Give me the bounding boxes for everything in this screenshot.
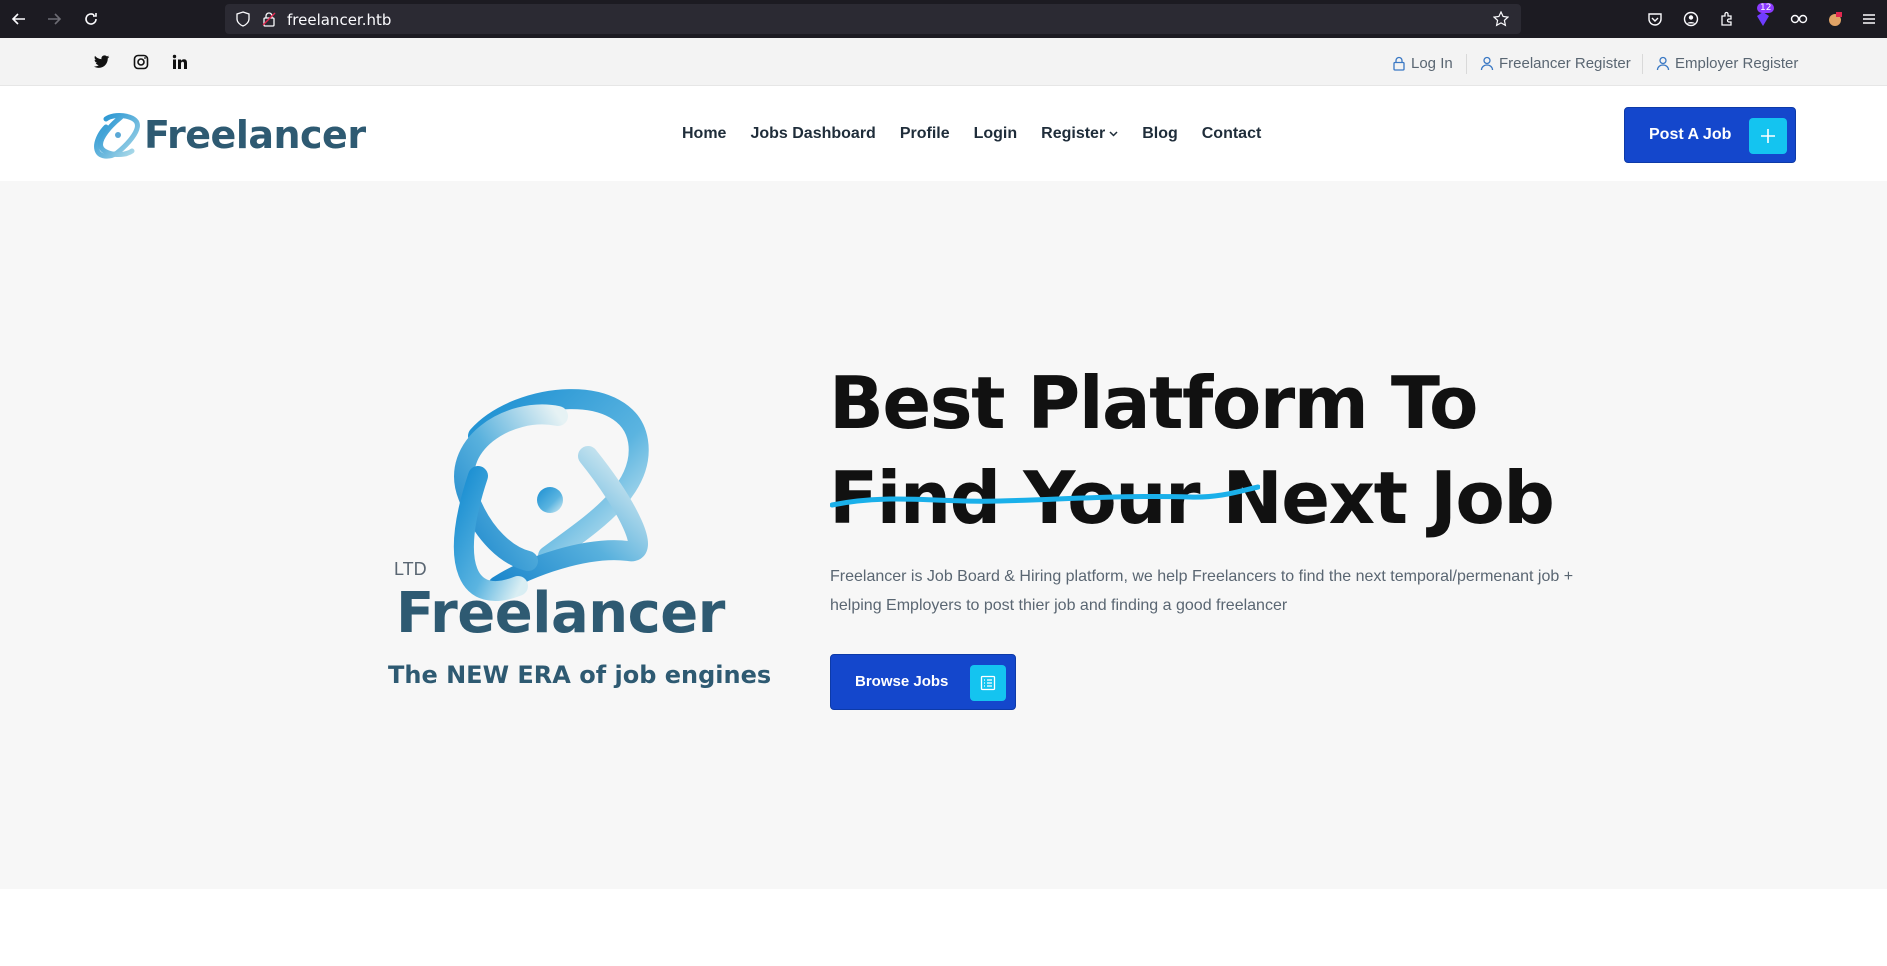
nav-home[interactable]: Home bbox=[682, 125, 726, 143]
nav-contact[interactable]: Contact bbox=[1202, 125, 1262, 143]
url-text: freelancer.htb bbox=[287, 11, 392, 29]
list-icon bbox=[970, 665, 1006, 701]
linkedin-icon[interactable] bbox=[170, 52, 190, 72]
address-bar[interactable]: freelancer.htb bbox=[225, 4, 1521, 34]
back-icon[interactable] bbox=[7, 7, 31, 31]
account-icon[interactable] bbox=[1681, 9, 1701, 29]
nav-register-label: Register bbox=[1041, 125, 1106, 142]
forward-icon[interactable] bbox=[42, 7, 66, 31]
site-logo[interactable]: Freelancer bbox=[94, 110, 366, 160]
user-icon bbox=[1480, 56, 1494, 71]
pocket-icon[interactable] bbox=[1645, 9, 1665, 29]
employer-register-label: Employer Register bbox=[1675, 55, 1799, 72]
freelancer-register-label: Freelancer Register bbox=[1499, 55, 1631, 72]
squiggle-underline-decoration bbox=[830, 484, 1260, 508]
below-hero-section bbox=[0, 889, 1887, 966]
twitter-icon[interactable] bbox=[92, 52, 112, 72]
reload-icon[interactable] bbox=[79, 7, 103, 31]
divider bbox=[1642, 54, 1643, 74]
browser-toolbar: freelancer.htb 12 bbox=[0, 0, 1887, 38]
browse-jobs-label: Browse Jobs bbox=[855, 673, 949, 690]
headline-line-1: Best Platform To bbox=[829, 361, 1478, 445]
divider bbox=[1466, 54, 1467, 74]
cookie-extension-icon[interactable] bbox=[1825, 9, 1845, 29]
post-a-job-label: Post A Job bbox=[1649, 126, 1732, 143]
post-a-job-button[interactable]: Post A Job bbox=[1624, 107, 1796, 163]
plus-icon bbox=[1749, 118, 1787, 154]
browse-jobs-button[interactable]: Browse Jobs bbox=[830, 654, 1016, 710]
hero-tagline: The NEW ERA of job engines bbox=[388, 661, 772, 689]
top-utility-bar: Log In Freelancer Register Employer Regi… bbox=[0, 38, 1887, 86]
bookmark-star-icon[interactable] bbox=[1492, 10, 1510, 27]
employer-register-link[interactable]: Employer Register bbox=[1656, 55, 1798, 72]
nav-register[interactable]: Register bbox=[1041, 125, 1118, 143]
freelancer-logo-icon bbox=[94, 113, 140, 159]
lock-icon bbox=[1393, 56, 1405, 71]
nav-login[interactable]: Login bbox=[974, 125, 1018, 143]
nav-blog[interactable]: Blog bbox=[1142, 125, 1178, 143]
login-link-label: Log In bbox=[1411, 55, 1453, 72]
chevron-down-icon bbox=[1109, 131, 1118, 137]
hero-brand-name: Freelancer bbox=[396, 581, 725, 646]
main-nav: Home Jobs Dashboard Profile Login Regist… bbox=[682, 125, 1285, 143]
nav-jobs-dashboard[interactable]: Jobs Dashboard bbox=[750, 125, 875, 143]
hero-description: Freelancer is Job Board & Hiring platfor… bbox=[830, 568, 1574, 614]
user-icon bbox=[1656, 56, 1670, 71]
lock-icon[interactable] bbox=[261, 11, 277, 27]
extensions-icon[interactable] bbox=[1717, 9, 1737, 29]
hero-headline: Best Platform To Find Your Next Job bbox=[829, 356, 1555, 546]
extension-badge: 12 bbox=[1757, 3, 1775, 13]
instagram-icon[interactable] bbox=[131, 52, 151, 72]
menu-icon[interactable] bbox=[1859, 9, 1879, 29]
nav-profile[interactable]: Profile bbox=[900, 125, 950, 143]
site-header: Freelancer Home Jobs Dashboard Profile L… bbox=[0, 87, 1887, 181]
logo-text: Freelancer bbox=[144, 113, 366, 157]
freelancer-register-link[interactable]: Freelancer Register bbox=[1480, 55, 1631, 72]
glasses-extension-icon[interactable] bbox=[1789, 9, 1809, 29]
login-link[interactable]: Log In bbox=[1392, 55, 1453, 72]
shield-icon[interactable] bbox=[235, 11, 251, 27]
ltd-label: LTD bbox=[394, 559, 427, 579]
hero-section: LTD Freelancer The NEW ERA of job engine… bbox=[0, 181, 1887, 889]
